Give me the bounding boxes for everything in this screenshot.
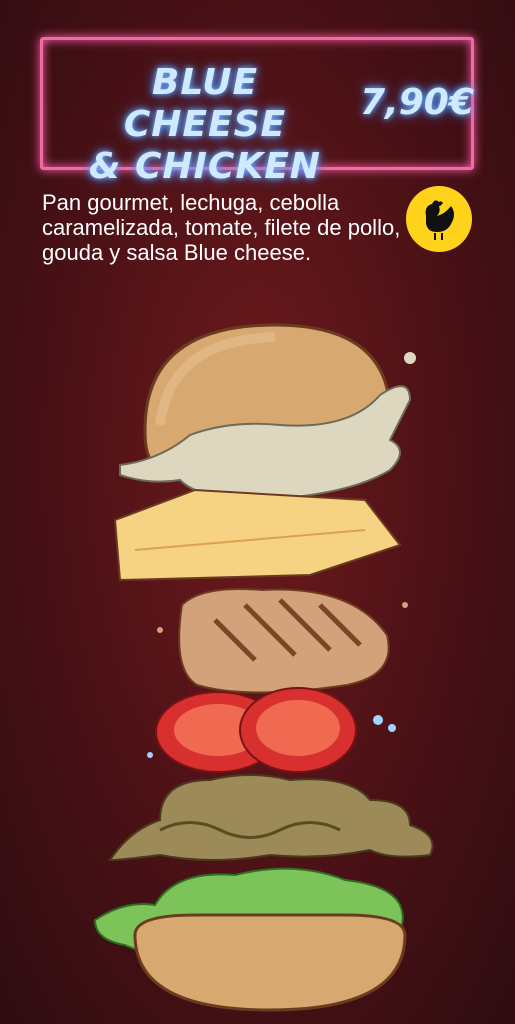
tomato-slices: [155, 687, 357, 773]
crumb: [157, 627, 163, 633]
cheese-slice: [113, 488, 402, 582]
water-drop: [373, 715, 383, 725]
chicken-fillet: [178, 588, 390, 694]
burger-illustration: [93, 323, 434, 1012]
water-drop: [388, 724, 396, 732]
bottom-bun: [133, 913, 407, 1012]
water-drop: [147, 752, 153, 758]
caramelized-onion: [108, 774, 434, 862]
crumb: [402, 602, 408, 608]
